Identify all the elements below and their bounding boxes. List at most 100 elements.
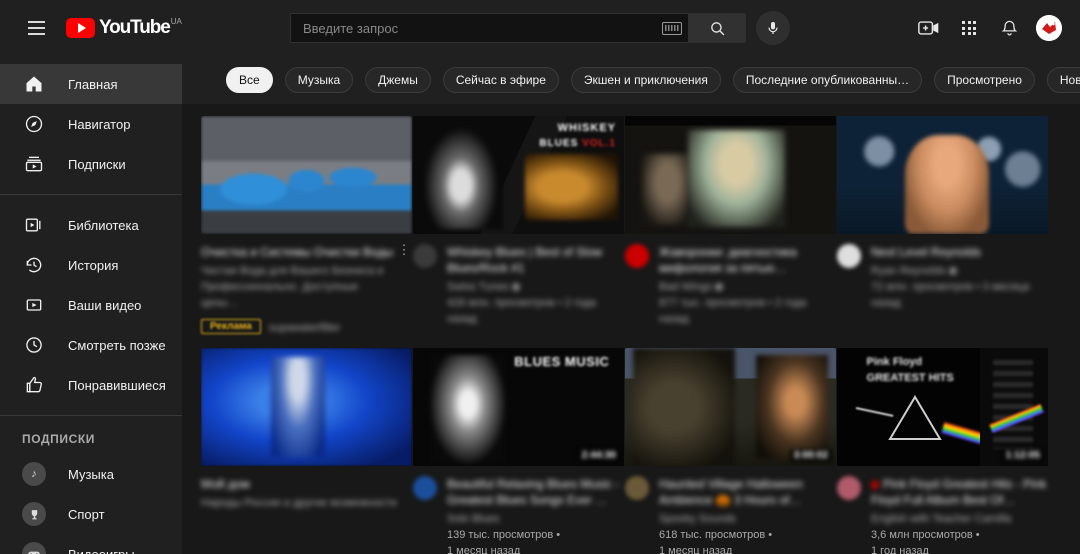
sidebar-label: Видеоигры — [68, 546, 135, 554]
channel-name[interactable]: Bad Wings — [659, 279, 836, 295]
channel-avatar[interactable] — [837, 244, 861, 268]
channel-name[interactable]: English with Teacher Camilla — [871, 511, 1048, 527]
sidebar-item-liked-videos[interactable]: Понравившиеся — [0, 365, 182, 405]
video-text-block: Next Level Reynolds Ryan Reynolds 72 млн… — [871, 244, 1048, 311]
keyboard-icon[interactable] — [662, 21, 682, 35]
search-input[interactable] — [303, 20, 656, 36]
sidebar-item-home[interactable]: Главная — [0, 64, 182, 104]
video-thumbnail[interactable]: BLUES MUSIC 2:44:30 — [413, 348, 624, 466]
chip-jams[interactable]: Джемы — [365, 67, 431, 93]
video-card[interactable]: WHISKEY BLUES VOL.1 Whiskey Blues | Best… — [413, 116, 624, 336]
channel-avatar[interactable] — [625, 244, 649, 268]
video-meta: Жаворонки: диагностика мифология за пять… — [625, 234, 836, 327]
video-card[interactable]: BLUES MUSIC 2:44:30 Beautiful Relaxing B… — [413, 348, 624, 554]
more-options-icon[interactable]: ⋮ — [396, 243, 412, 336]
video-text-block: Beautiful Relaxing Blues Music - Greates… — [447, 476, 624, 554]
sidebar-label: Смотреть позже — [68, 337, 166, 353]
chip-music[interactable]: Музыка — [284, 67, 354, 93]
thumbnail-art — [201, 116, 412, 234]
video-card[interactable]: 3:00:02 Haunted Village Halloween Ambien… — [625, 348, 836, 554]
video-meta: Мой дом Народы России и другие возможнос… — [201, 466, 412, 511]
compass-icon — [22, 112, 46, 136]
video-grid-container: Очистка и Системы Очистки Воды Чистая Во… — [182, 104, 1080, 554]
channel-name[interactable]: Spooky Sounds — [659, 511, 836, 527]
thumbnail-art — [201, 348, 412, 466]
channel-avatar[interactable] — [837, 476, 861, 500]
sidebar-item-explore[interactable]: Навигатор — [0, 104, 182, 144]
search-wrapper — [290, 11, 790, 45]
apps-grid-icon[interactable] — [956, 15, 982, 41]
channel-name[interactable]: Solo Blues — [447, 511, 624, 527]
video-title[interactable]: Haunted Village Halloween Ambience 🎃 3 H… — [659, 476, 836, 508]
video-card[interactable]: Pink Floyd GREATEST HITS 1:12:05 Pink Fl… — [837, 348, 1048, 554]
thumbnail-art — [625, 116, 836, 234]
video-thumbnail[interactable] — [625, 116, 836, 234]
search-icon — [710, 21, 724, 35]
sidebar-label: Музыка — [68, 466, 114, 482]
video-title[interactable]: Очистка и Системы Очистки Воды — [201, 244, 396, 260]
channel-name[interactable]: Swiss Tunes — [447, 279, 624, 295]
video-thumbnail[interactable] — [201, 116, 412, 234]
video-title[interactable]: Beautiful Relaxing Blues Music - Greates… — [447, 476, 624, 508]
sidebar-item-history[interactable]: История — [0, 245, 182, 285]
sidebar-item-sports[interactable]: Спорт — [0, 494, 182, 534]
video-thumbnail[interactable] — [201, 348, 412, 466]
sidebar-item-music[interactable]: ♪ Музыка — [0, 454, 182, 494]
video-title[interactable]: Мой дом — [201, 476, 412, 492]
video-title[interactable]: Next Level Reynolds — [871, 244, 1048, 260]
sidebar-item-gaming[interactable]: Видеоигры — [0, 534, 182, 554]
user-avatar[interactable] — [1036, 15, 1062, 41]
sidebar-item-your-videos[interactable]: Ваши видео — [0, 285, 182, 325]
chip-watched[interactable]: Просмотрено — [934, 67, 1035, 93]
video-thumbnail[interactable]: WHISKEY BLUES VOL.1 — [413, 116, 624, 234]
sidebar-label: История — [68, 257, 119, 273]
create-video-icon[interactable] — [916, 15, 942, 41]
sidebar-item-subscriptions[interactable]: Подписки — [0, 144, 182, 184]
chip-new-to-you[interactable]: Новое для вас — [1046, 67, 1080, 93]
video-text-block: Haunted Village Halloween Ambience 🎃 3 H… — [659, 476, 836, 554]
home-icon — [22, 72, 46, 96]
video-meta: Pink Floyd Greatest Hits - Pink Floyd Fu… — [837, 466, 1048, 554]
video-upload-age: 1 месяц назад — [659, 545, 733, 554]
video-thumbnail[interactable] — [837, 116, 1048, 234]
thumbnail-subtitle-text: GREATEST HITS — [866, 372, 954, 384]
chip-action-adventure[interactable]: Экшен и приключения — [570, 67, 721, 93]
chip-all[interactable]: Все — [226, 67, 273, 93]
video-view-count: 139 тыс. просмотров • — [447, 529, 561, 541]
video-card[interactable]: Жаворонки: диагностика мифология за пять… — [625, 116, 836, 336]
chip-live-now[interactable]: Сейчас в эфире — [442, 67, 559, 93]
sidebar-item-watch-later[interactable]: Смотреть позже — [0, 325, 182, 365]
video-grid: Очистка и Системы Очистки Воды Чистая Во… — [182, 104, 1080, 554]
thumbnail-art: WHISKEY BLUES VOL.1 — [413, 116, 624, 234]
video-card[interactable]: Очистка и Системы Очистки Воды Чистая Во… — [201, 116, 412, 336]
video-meta: Whiskey Blues | Best of Slow Blues/Rock … — [413, 234, 624, 327]
video-title[interactable]: Whiskey Blues | Best of Slow Blues/Rock … — [447, 244, 624, 276]
subscriptions-icon — [22, 152, 46, 176]
video-title[interactable]: Pink Floyd Greatest Hits - Pink Floyd Fu… — [871, 476, 1048, 508]
video-duration: 1:12:05 — [1001, 449, 1044, 462]
trophy-icon — [22, 502, 46, 526]
chip-recently-uploaded[interactable]: Последние опубликованны… — [732, 67, 923, 93]
video-card[interactable]: Мой дом Народы России и другие возможнос… — [201, 348, 412, 554]
video-thumbnail[interactable]: Pink Floyd GREATEST HITS 1:12:05 — [837, 348, 1048, 466]
search-button[interactable] — [688, 13, 746, 43]
channel-name[interactable]: Ryan Reynolds — [871, 263, 1048, 279]
video-thumbnail[interactable]: 3:00:02 — [625, 348, 836, 466]
thumbnail-title-text: BLUES MUSIC — [514, 354, 610, 369]
sidebar-heading-subscriptions: ПОДПИСКИ — [22, 432, 96, 446]
notifications-bell-icon[interactable] — [996, 15, 1022, 41]
video-text-block: Жаворонки: диагностика мифология за пять… — [659, 244, 836, 327]
channel-avatar[interactable] — [413, 476, 437, 500]
voice-search-button[interactable] — [756, 11, 790, 45]
video-title[interactable]: Жаворонки: диагностика мифология за пять… — [659, 244, 836, 276]
verified-badge-icon — [715, 283, 724, 292]
channel-avatar[interactable] — [413, 244, 437, 268]
thumbnail-figure — [419, 120, 504, 229]
sidebar-item-library[interactable]: Библиотека — [0, 205, 182, 245]
hamburger-menu-icon[interactable] — [16, 8, 56, 48]
video-stats: 877 тыс. просмотров • 2 года назад — [659, 297, 807, 325]
video-card[interactable]: Next Level Reynolds Ryan Reynolds 72 млн… — [837, 116, 1048, 336]
channel-avatar[interactable] — [625, 476, 649, 500]
search-box[interactable] — [290, 13, 688, 43]
youtube-logo[interactable]: YouTube UA — [66, 17, 182, 39]
